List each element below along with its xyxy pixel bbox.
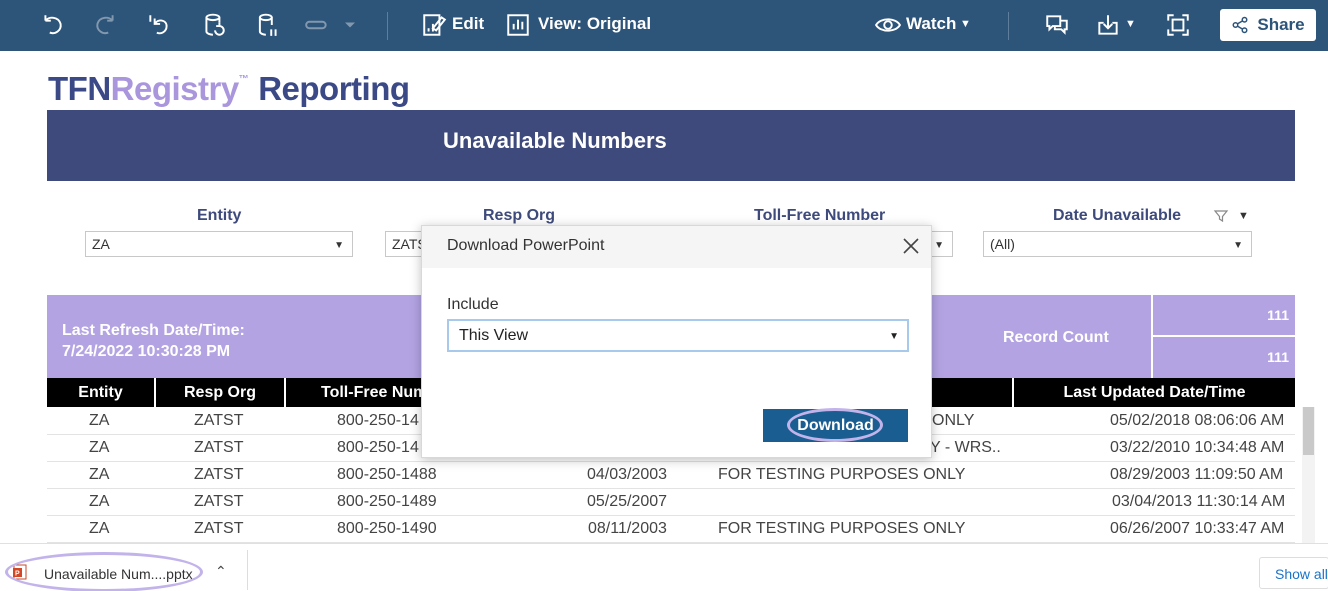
- show-all-button[interactable]: Show all: [1259, 557, 1328, 589]
- cell-resp-org: ZATST: [194, 520, 244, 537]
- filter-menu-icon[interactable]: ▼: [1238, 210, 1249, 222]
- refresh-label: Last Refresh Date/Time:: [62, 322, 245, 339]
- filter-entity-select[interactable]: ZA ▼: [85, 231, 353, 257]
- chevron-down-icon: ▼: [334, 240, 344, 251]
- share-button[interactable]: Share: [1220, 9, 1316, 41]
- comments-icon[interactable]: [1042, 10, 1072, 40]
- fullscreen-icon[interactable]: [1163, 10, 1193, 40]
- logo-tfn: TFN: [48, 70, 111, 107]
- include-value: This View: [459, 327, 529, 344]
- cell-updated: 08/29/2003 11:09:50 AM: [1110, 466, 1284, 483]
- cell-reason: ONLY: [932, 412, 975, 429]
- column-header-last-updated[interactable]: Last Updated Date/Time: [1014, 378, 1295, 407]
- chevron-down-icon: ▼: [889, 331, 899, 342]
- cell-number: 800-250-14: [337, 439, 419, 456]
- cell-resp-org: ZATST: [194, 439, 244, 456]
- table-scrollbar-thumb[interactable]: [1303, 407, 1314, 455]
- column-header-hidden: [932, 378, 1012, 407]
- filter-date-label: Date Unavailable: [1053, 207, 1182, 224]
- dialog-title: Download PowerPoint: [447, 237, 605, 254]
- watch-dropdown-icon[interactable]: ▼: [960, 18, 971, 30]
- cell-date: 05/25/2007: [587, 493, 668, 510]
- refresh-timestamp: 7/24/2022 10:30:28 PM: [62, 343, 231, 360]
- cell-entity: ZA: [89, 493, 110, 510]
- include-label: Include: [447, 296, 499, 313]
- record-count-value: 111: [1267, 349, 1289, 365]
- include-select[interactable]: This View ▼: [447, 319, 909, 352]
- toolbar: Edit View: Original Watch ▼ ▼ Share: [0, 0, 1328, 51]
- table-row[interactable]: ZA ZATST 800-250-1490 08/11/2003 FOR TES…: [47, 516, 1295, 543]
- cell-resp-org: ZATST: [194, 412, 244, 429]
- cell-updated: 03/22/2010 10:34:48 AM: [1110, 439, 1285, 456]
- undo-icon[interactable]: [38, 10, 68, 40]
- column-header-toll-free[interactable]: Toll-Free Num: [286, 378, 422, 407]
- title-banner: [47, 110, 1295, 181]
- filter-icon[interactable]: [1213, 208, 1229, 224]
- watch-button[interactable]: Watch: [906, 14, 956, 34]
- logo-registry: Registry: [110, 70, 240, 107]
- filter-entity-value: ZA: [92, 236, 110, 252]
- cell-number: 800-250-1488: [337, 466, 437, 483]
- toolbar-separator: [387, 12, 388, 40]
- toggle-dropdown-icon[interactable]: [340, 10, 360, 40]
- filter-entity-label: Entity: [197, 207, 242, 224]
- filter-date-select[interactable]: (All) ▼: [983, 231, 1252, 257]
- edit-icon[interactable]: [419, 10, 449, 40]
- tfn-registry-logo: TFNRegistry™ Reporting: [48, 70, 410, 108]
- close-icon[interactable]: [900, 235, 922, 257]
- cell-entity: ZA: [89, 520, 110, 537]
- cell-reason: FOR TESTING PURPOSES ONLY: [718, 466, 966, 483]
- filter-toll-free-label: Toll-Free Number: [754, 207, 886, 224]
- share-icon: [1232, 16, 1248, 34]
- cell-updated: 05/02/2018 08:06:06 AM: [1110, 412, 1285, 429]
- page-title: Unavailable Numbers: [443, 128, 667, 153]
- table-row[interactable]: ZA ZATST 800-250-1489 05/25/2007 03/04/2…: [47, 489, 1295, 516]
- view-original-button[interactable]: View: Original: [538, 14, 651, 34]
- toolbar-separator: [1008, 12, 1009, 40]
- download-file-highlight-ring: [5, 552, 203, 591]
- logo-reporting: Reporting: [258, 70, 410, 107]
- cell-reason: Y - WRS..: [930, 439, 1001, 456]
- cell-date: 04/03/2003: [587, 466, 668, 483]
- cell-resp-org: ZATST: [194, 466, 244, 483]
- pause-updates-icon[interactable]: [253, 10, 283, 40]
- cell-reason: FOR TESTING PURPOSES ONLY: [718, 520, 966, 537]
- app-window: { "toolbar": { "edit_label": "Edit", "vi…: [0, 0, 1328, 591]
- logo-tm: ™: [238, 74, 249, 85]
- chevron-down-icon: ▼: [1233, 240, 1243, 251]
- download-powerpoint-dialog: Download PowerPoint Include This View ▼ …: [421, 225, 932, 458]
- cell-number: 800-250-1490: [337, 520, 437, 537]
- chevron-down-icon: ▼: [934, 240, 944, 251]
- share-label: Share: [1257, 15, 1305, 34]
- cell-number: 800-250-1489: [337, 493, 437, 510]
- edit-button[interactable]: Edit: [452, 14, 484, 34]
- view-icon[interactable]: [503, 10, 533, 40]
- cell-updated: 06/26/2007 10:33:47 AM: [1110, 520, 1285, 537]
- cell-updated: 03/04/2013 11:30:14 AM: [1112, 493, 1286, 510]
- watch-icon[interactable]: [873, 10, 903, 40]
- refresh-data-icon[interactable]: [199, 10, 229, 40]
- download-bar-separator: [247, 550, 248, 590]
- record-count-value: 111: [1267, 307, 1289, 323]
- cell-resp-org: ZATST: [194, 493, 244, 510]
- filter-date-value: (All): [990, 236, 1015, 252]
- redo-icon[interactable]: [90, 10, 120, 40]
- revert-icon[interactable]: [144, 10, 174, 40]
- column-header-entity[interactable]: Entity: [47, 378, 154, 407]
- toggle-icon[interactable]: [302, 10, 332, 40]
- filter-resp-org-label: Resp Org: [483, 207, 556, 224]
- chevron-up-icon[interactable]: ⌃: [215, 563, 227, 580]
- column-header-resp-org[interactable]: Resp Org: [156, 378, 284, 407]
- download-dropdown-icon[interactable]: ▼: [1125, 18, 1136, 30]
- download-highlight-ring: [787, 408, 883, 442]
- download-icon[interactable]: [1093, 10, 1123, 40]
- cell-number: 800-250-14: [337, 412, 419, 429]
- cell-entity: ZA: [89, 439, 110, 456]
- table-row[interactable]: ZA ZATST 800-250-1488 04/03/2003 FOR TES…: [47, 462, 1295, 489]
- refresh-info: Last Refresh Date/Time: 7/24/2022 10:30:…: [62, 320, 245, 362]
- cell-entity: ZA: [89, 466, 110, 483]
- cell-entity: ZA: [89, 412, 110, 429]
- cell-date: 08/11/2003: [588, 520, 667, 537]
- record-count-label: Record Count: [1003, 329, 1109, 346]
